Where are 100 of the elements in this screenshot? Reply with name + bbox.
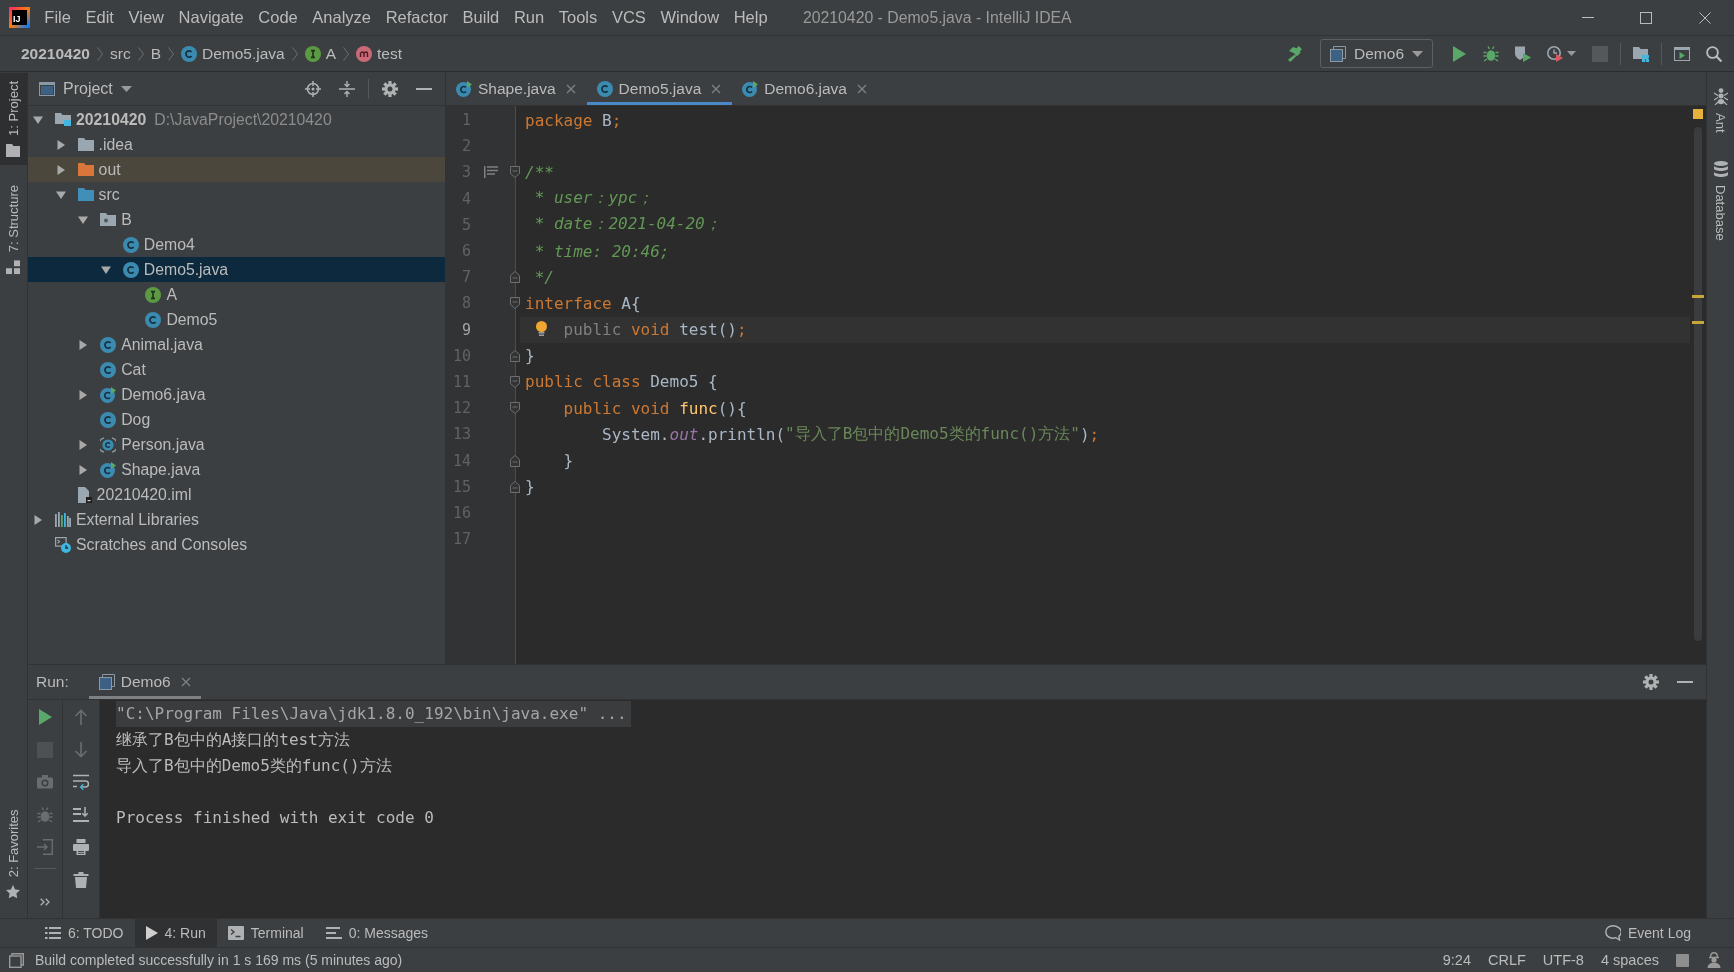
menu-item[interactable]: File	[37, 0, 79, 35]
fold-marker-icon[interactable]	[510, 271, 520, 284]
code-line: public class Demo5 {	[525, 371, 718, 394]
fold-marker-icon[interactable]	[510, 375, 520, 388]
tool-window-button[interactable]: 4: Run	[134, 919, 217, 947]
class-icon	[181, 45, 197, 62]
close-icon[interactable]	[565, 83, 576, 94]
collapsed-arrow-icon[interactable]	[55, 139, 66, 150]
screen-play-icon	[1674, 45, 1690, 62]
tool-window-tab[interactable]: 1: Project	[0, 73, 27, 165]
scrollbar[interactable]	[1694, 127, 1702, 641]
line-separator[interactable]: CRLF	[1488, 952, 1526, 968]
tool-window-button[interactable]: 0: Messages	[314, 919, 440, 947]
run-label: Run:	[36, 673, 69, 691]
file-icon	[77, 486, 92, 503]
indent-setting[interactable]: 4 spaces	[1600, 952, 1659, 968]
fold-marker-icon[interactable]	[510, 166, 520, 179]
breadcrumb-item[interactable]: 20210420	[18, 44, 93, 63]
tree-item[interactable]: Dog	[100, 407, 151, 432]
menu-item[interactable]: Help	[726, 0, 775, 35]
play-icon	[1451, 45, 1467, 62]
interface-icon	[145, 286, 162, 303]
menu-item[interactable]: Edit	[78, 0, 122, 35]
collapsed-arrow-icon[interactable]	[55, 164, 66, 175]
lightbulb-icon[interactable]	[536, 320, 547, 336]
expanded-arrow-icon[interactable]	[33, 114, 43, 125]
person-icon[interactable]	[1706, 952, 1722, 968]
expanded-arrow-icon[interactable]	[55, 189, 66, 200]
tree-item[interactable]: Demo6.java	[74, 382, 206, 407]
caret-position[interactable]: 9:24	[1442, 952, 1471, 968]
menu-item[interactable]: Navigate	[171, 0, 251, 35]
tree-item[interactable]: 20210420.iml	[77, 482, 192, 507]
tree-item[interactable]: Scratches and Consoles	[55, 532, 248, 557]
collapsed-arrow-icon[interactable]	[78, 339, 89, 350]
close-icon[interactable]	[711, 83, 722, 94]
file-encoding[interactable]: UTF-8	[1542, 952, 1584, 968]
collapsed-arrow-icon[interactable]	[33, 514, 43, 525]
event-log-button[interactable]: Event Log	[1593, 919, 1702, 947]
tree-item[interactable]: .idea	[51, 132, 133, 157]
editor-tab[interactable]: Demo6.java	[732, 72, 878, 105]
tool-window-tab[interactable]: Ant	[1707, 80, 1734, 141]
tree-item[interactable]: Demo5	[145, 307, 218, 332]
menu-item[interactable]: Analyze	[305, 0, 379, 35]
tool-window-tab[interactable]: 2: Favorites	[0, 800, 27, 906]
tool-window-tab[interactable]: 7: Structure	[0, 176, 27, 283]
chevron-right-icon	[168, 46, 174, 61]
breadcrumb-item[interactable]: src	[106, 44, 134, 63]
tree-item[interactable]: Demo4	[122, 232, 195, 257]
tree-item[interactable]: Cat	[100, 357, 146, 382]
menu-item[interactable]: Build	[455, 0, 507, 35]
menu-item[interactable]: Tools	[551, 0, 605, 35]
breadcrumb-item[interactable]: Demo5.java	[178, 44, 288, 63]
run-configuration-dropdown[interactable]: Demo6	[1320, 39, 1433, 68]
folder-icon	[77, 188, 94, 201]
doc-lines-icon[interactable]	[483, 166, 498, 179]
tree-item[interactable]: 20210420 D:\JavaProject\20210420	[29, 107, 332, 132]
tool-window-button[interactable]: 6: TODO	[34, 919, 135, 947]
fold-marker-icon[interactable]	[510, 402, 520, 415]
menu-item[interactable]: View	[121, 0, 172, 35]
tree-item[interactable]: Shape.java	[74, 457, 201, 482]
menu-item[interactable]: Code	[251, 0, 306, 35]
fold-marker-icon[interactable]	[510, 480, 520, 493]
tool-window-tab[interactable]: Database	[1707, 152, 1734, 249]
panel-toggle-icon[interactable]	[9, 952, 24, 968]
breadcrumb-item[interactable]: test	[353, 44, 406, 63]
tool-window-button[interactable]: Terminal	[216, 919, 315, 947]
tree-item[interactable]: src	[51, 182, 120, 207]
abstract-class-icon	[100, 436, 117, 453]
fold-marker-icon[interactable]	[510, 349, 520, 362]
project-view-dropdown[interactable]: Project	[39, 79, 132, 98]
run-tab[interactable]: Demo6	[88, 665, 201, 699]
square-icon[interactable]	[1676, 953, 1689, 967]
close-icon[interactable]	[857, 83, 867, 94]
tree-item[interactable]: Demo5.java	[28, 257, 445, 282]
close-icon[interactable]	[180, 677, 191, 687]
tree-item[interactable]: A	[145, 282, 177, 307]
fold-marker-icon[interactable]	[510, 297, 520, 310]
tree-item[interactable]: Animal.java	[74, 332, 203, 357]
code-line: */	[534, 266, 554, 289]
menu-item[interactable]: Window	[653, 0, 727, 35]
expanded-arrow-icon[interactable]	[100, 264, 111, 275]
collapsed-arrow-icon[interactable]	[78, 464, 89, 475]
tree-item[interactable]: out	[28, 157, 445, 182]
menu-item[interactable]: VCS	[604, 0, 654, 35]
tree-item[interactable]: B	[74, 207, 132, 232]
ant-icon	[1713, 88, 1728, 105]
menu-item[interactable]: Run	[506, 0, 552, 35]
collapsed-arrow-icon[interactable]	[78, 439, 89, 450]
folder-icon	[77, 163, 94, 176]
menu-item[interactable]: Refactor	[378, 0, 456, 35]
breadcrumb-item[interactable]: B	[147, 44, 164, 63]
tree-item[interactable]: External Libraries	[29, 507, 199, 532]
collapsed-arrow-icon[interactable]	[78, 389, 89, 400]
tree-item[interactable]: Person.java	[74, 432, 205, 457]
editor-tab[interactable]: Demo5.java	[586, 72, 733, 105]
breadcrumb-item[interactable]: A	[301, 44, 340, 63]
editor-tab[interactable]: Shape.java	[446, 72, 587, 105]
expanded-arrow-icon[interactable]	[78, 214, 89, 225]
fold-marker-icon[interactable]	[510, 454, 520, 467]
bug-icon	[37, 806, 53, 823]
